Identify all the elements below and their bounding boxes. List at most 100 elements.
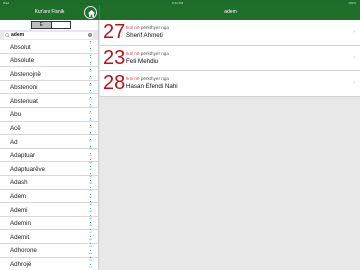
word-label: Adhrojë [10,261,32,268]
search-icon [5,32,10,38]
index-label[interactable]: 49 [84,239,97,241]
index-label[interactable]: 55 [84,260,97,262]
index-label[interactable]: 10 [84,71,97,73]
index-dot [90,54,91,56]
search-box[interactable]: × [4,31,93,39]
index-dot [90,201,91,203]
word-label: Ad [10,138,18,146]
result-number: 27 [103,21,126,43]
index-label[interactable]: 31 [84,162,97,164]
index-dot [90,41,91,42]
index-label[interactable]: 39 [84,204,97,206]
index-label[interactable]: 25 [84,134,97,136]
index-label[interactable]: 17 [84,99,97,101]
result-meta: Ikni në përkthyer nga [126,76,169,81]
segment-e[interactable]: E [32,22,52,28]
status-battery: 100% [348,0,356,5]
index-label[interactable]: 32 [84,169,97,171]
result-name: Feti Mehdiu [126,57,159,65]
index-label[interactable]: 28 [84,148,97,150]
index-label[interactable]: 4 [84,57,97,59]
index-label[interactable]: 40 [84,211,97,213]
index-dot [90,82,91,84]
index-dot [90,187,91,189]
index-label[interactable]: 15 [84,92,97,94]
index-label[interactable]: 37 [84,190,97,192]
index-label[interactable]: 22 [84,120,97,122]
index-dot [90,229,91,231]
sidebar: E × Absolut Absolute Abstenojnë Abstenoni Ab… [0,20,99,270]
index-label[interactable]: 45 [84,225,97,227]
index-dot [90,131,91,133]
index-dot [90,194,91,196]
sidebar-navbar: Kur'ani Fisnik [0,5,99,20]
main-title: adem [224,9,237,15]
result-row[interactable]: 23 Ikni në përkthyer nga Feti Mehdiu › [100,45,360,71]
index-label[interactable]: 27 [84,141,97,143]
index-dot [90,124,91,126]
index-label[interactable]: 7 [84,64,97,66]
index-label[interactable]: 42 [84,218,97,220]
word-label: Absolut [10,43,31,51]
index-label[interactable]: 38 [84,197,97,199]
word-label: Abstenuat [10,97,38,105]
result-meta-text: përkthyer nga [140,50,169,56]
index-label[interactable]: 57 [84,267,97,269]
index-dot [90,222,91,224]
index-label[interactable]: 47 [84,232,97,234]
index-dot [90,96,91,98]
result-name: Hasan Efendi Nahi [126,83,178,90]
segmented-control[interactable]: E [31,21,71,29]
index-dot [90,236,91,238]
index-label[interactable]: 34 [84,176,97,178]
word-label: Acë [10,125,21,133]
index-label[interactable]: 21 [84,113,97,115]
section-index[interactable]: 1 2 4 7 10 12 14 15 17 19 21 22 24 25 27 28 30 31 32 34 36 37… [84,40,97,270]
index-dot [90,75,91,77]
index-dot [90,138,91,140]
index-label[interactable]: 19 [84,106,97,108]
word-label: Adaptuarëve [10,165,46,173]
result-row[interactable]: 28 Ikni në përkthyer nga Hasan Efendi Nahi… [100,71,360,97]
index-dot [90,257,91,259]
index-dot [90,152,91,154]
index-label[interactable]: 1 [84,43,97,45]
result-name: Sherif Ahmeti [126,32,163,39]
index-label[interactable]: 2 [84,50,97,52]
result-meta: Ikni në përkthyer nga [126,25,169,30]
status-carrier: iPad [3,0,10,5]
index-label[interactable]: 53 [84,253,97,255]
index-label[interactable]: 51 [84,246,97,248]
result-row[interactable]: 27 Ikni në përkthyer nga Sherif Ahmeti › [100,20,360,46]
index-dot [90,243,91,245]
word-label: Abstenoni [10,84,38,92]
word-label: Adaptuar [10,152,36,160]
index-dot [90,180,91,182]
chevron-right-icon: › [353,54,355,61]
result-hint: Ikni në [126,76,140,81]
home-button[interactable] [84,6,97,19]
index-label[interactable]: 14 [84,85,97,87]
index-dot [90,145,91,147]
index-label[interactable]: 36 [84,183,97,185]
clear-search-icon[interactable]: × [88,33,92,37]
result-number: 23 [103,46,126,69]
result-number: 28 [103,72,126,94]
status-time: 9:41 PM [172,0,184,5]
index-dot [90,89,91,91]
word-label: Abstenojnë [10,70,41,78]
search-input[interactable] [11,31,81,39]
word-label: Adem [10,193,27,201]
search-bar: × [0,30,98,40]
chevron-right-icon: › [353,80,355,86]
index-label[interactable]: 12 [84,78,97,80]
index-dot [90,215,91,217]
index-label[interactable]: 24 [84,127,97,129]
result-hint: Ikni në [126,25,140,30]
segment-2[interactable] [52,22,71,28]
index-label[interactable]: 30 [84,155,97,157]
word-label: Adash [10,179,28,187]
word-label: Abu [10,111,22,119]
index-dot [90,166,91,168]
word-label: Absolute [10,57,35,65]
